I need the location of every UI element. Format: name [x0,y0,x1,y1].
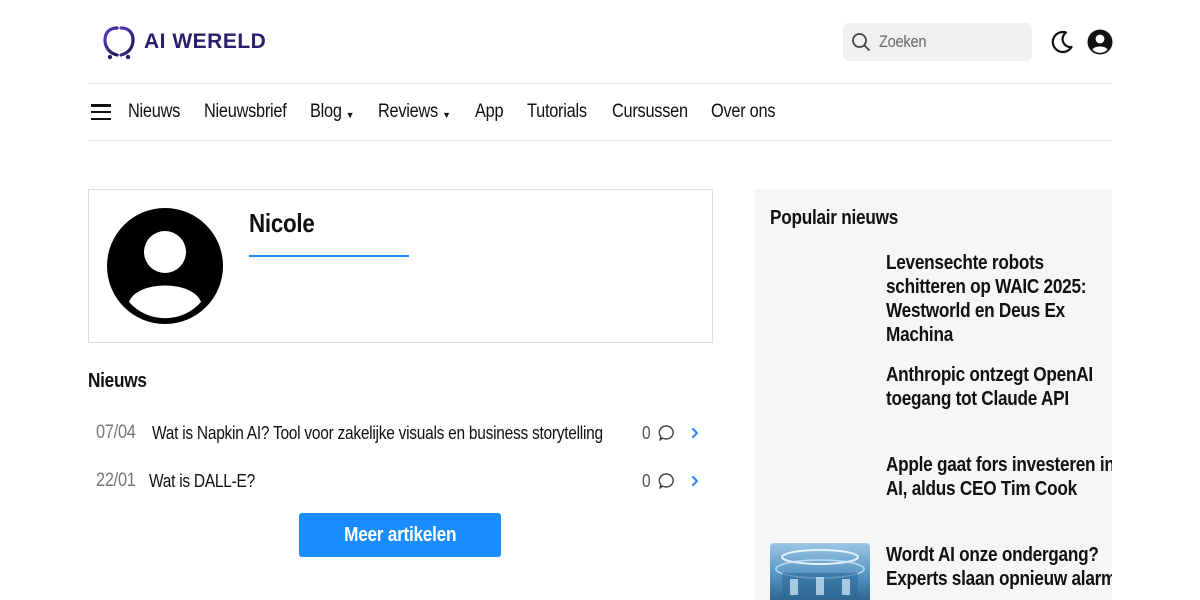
popular-news-sidebar: Populair nieuws Levensechte robots schit… [754,189,1112,600]
article-thumbnail-image[interactable] [770,543,870,600]
author-name: Nicole [249,208,315,238]
author-name-underline [249,255,409,257]
news-title[interactable]: Wat is DALL-E? [149,471,272,492]
news-row[interactable]: 07/04 Wat is Napkin AI? Tool voor zakeli… [88,413,713,453]
hamburger-menu-icon[interactable] [91,104,111,120]
dark-mode-toggle-icon[interactable] [1049,29,1075,55]
popular-news-title[interactable]: Wordt AI onze ondergang? Experts slaan o… [886,543,1112,591]
news-section-title: Nieuws [88,370,147,392]
news-title[interactable]: Wat is Napkin AI? Tool voor zakelijke vi… [152,423,676,444]
brain-chip-icon [103,26,135,60]
avatar-icon [107,208,223,324]
more-articles-button[interactable]: Meer artikelen [299,513,501,557]
nav-item-label: Reviews [378,101,439,122]
popular-news-title[interactable]: Apple gaat fors investeren in AI, aldus … [886,453,1112,501]
dropdown-caret-icon: ▼ [345,110,355,120]
site-header: AI WERELD [88,0,1113,84]
nav-item-label: Over ons [711,101,776,122]
comment-count: 0 [642,470,651,491]
comment-icon [658,473,674,489]
comment-icon [658,425,674,441]
search-input[interactable] [879,32,1000,52]
nav-item-nieuws[interactable]: Nieuws [128,101,180,123]
nav-item-label: Tutorials [527,101,588,122]
nav-item-blog[interactable]: Blog ▼ [310,101,354,123]
chevron-right-icon[interactable] [689,427,701,439]
news-row[interactable]: 22/01 Wat is DALL-E? 0 [88,461,713,501]
logo-text: AI WERELD [144,30,267,53]
popular-news-title[interactable]: Anthropic ontzegt OpenAI toegang tot Cla… [886,363,1112,411]
nav-item-nieuwsbrief[interactable]: Nieuwsbrief [204,101,287,123]
nav-item-label: App [475,101,504,122]
user-account-icon[interactable] [1087,29,1113,55]
search-icon[interactable] [851,32,871,52]
nav-item-over-ons[interactable]: Over ons [711,101,775,123]
nav-item-app[interactable]: App [475,101,504,123]
nav-item-label: Nieuwsbrief [203,101,287,122]
popular-news-title[interactable]: Levensechte robots schitteren op WAIC 20… [886,251,1112,347]
news-date: 07/04 [96,422,136,443]
comment-count: 0 [642,422,651,443]
nav-item-label: Nieuws [128,101,181,122]
main-navigation: Nieuws Nieuwsbrief Blog ▼ Reviews ▼ App Tutoria… [88,84,1112,141]
nav-item-label: Blog [310,101,342,122]
author-card: Nicole [88,189,713,343]
dropdown-caret-icon: ▼ [442,110,452,120]
chevron-right-icon[interactable] [689,475,701,487]
nav-item-cursussen[interactable]: Cursussen [612,101,688,123]
nav-item-reviews[interactable]: Reviews ▼ [378,101,451,123]
site-logo[interactable]: AI WERELD [100,22,266,62]
nav-item-label: Cursussen [611,101,688,122]
sidebar-title: Populair nieuws [770,207,899,229]
nav-items: Nieuws Nieuwsbrief Blog ▼ Reviews ▼ App Tutoria… [128,101,776,123]
search-box [843,23,1032,61]
nav-item-tutorials[interactable]: Tutorials [527,101,587,123]
news-date: 22/01 [96,470,136,491]
